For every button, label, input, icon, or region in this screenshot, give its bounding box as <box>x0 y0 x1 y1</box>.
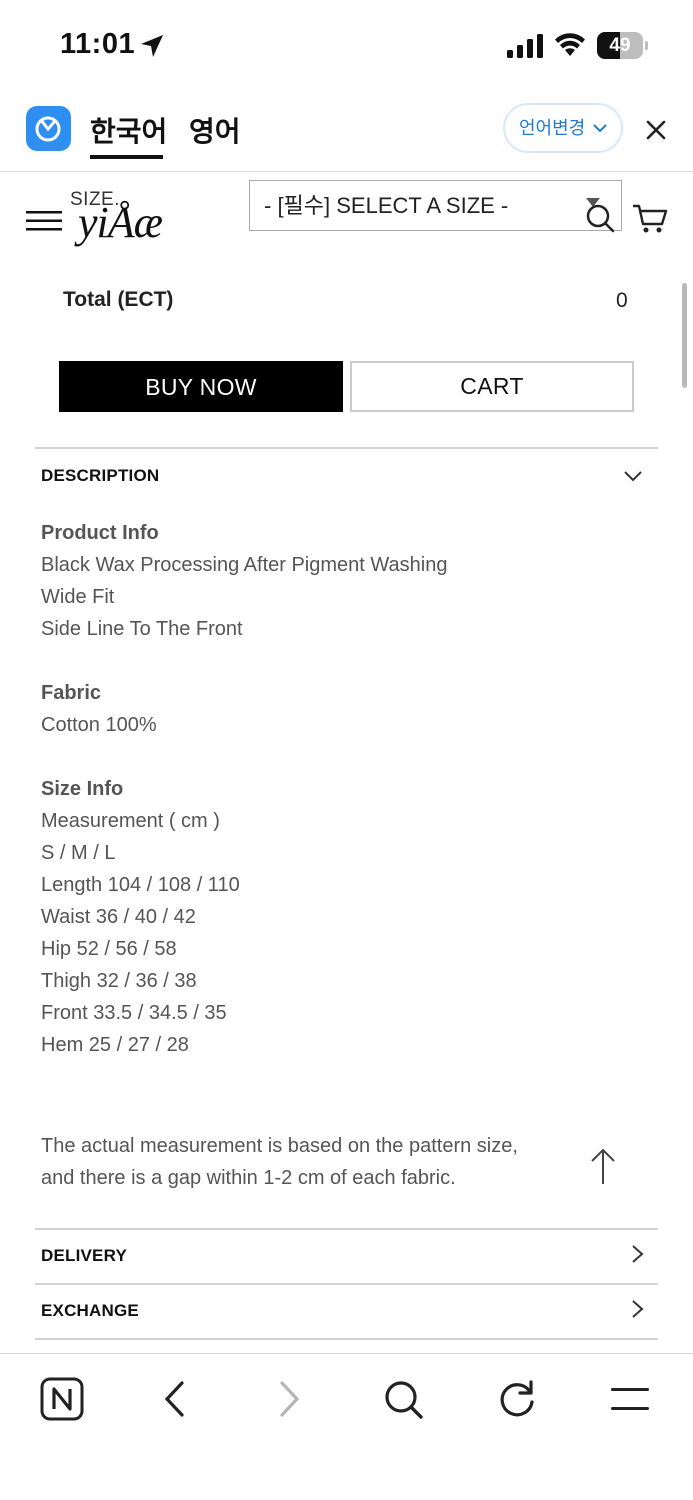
chevron-right-icon[interactable] <box>629 1300 647 1318</box>
scroll-to-top-arrow-icon[interactable] <box>590 1148 616 1186</box>
divider <box>35 1283 658 1285</box>
language-change-label: 언어변경 <box>519 118 586 138</box>
description-line: Hip 52 / 56 / 58 <box>41 938 177 960</box>
size-select[interactable]: - [필수] SELECT A SIZE - <box>249 180 622 231</box>
tab-english[interactable]: 영어 <box>189 110 241 150</box>
description-heading: Product Info <box>41 522 159 544</box>
cart-icon[interactable] <box>632 203 668 235</box>
site-logo[interactable]: SIZE. yiÅæ <box>70 187 190 247</box>
description-line: Front 33.5 / 34.5 / 35 <box>41 1002 227 1024</box>
back-icon[interactable] <box>152 1376 198 1422</box>
buy-now-button[interactable]: BUY NOW <box>59 361 343 412</box>
refresh-icon[interactable] <box>494 1376 540 1422</box>
forward-icon[interactable] <box>266 1376 312 1422</box>
chevron-down-icon <box>593 124 607 133</box>
tab-korean[interactable]: 한국어 <box>90 110 167 150</box>
exchange-header[interactable]: EXCHANGE <box>41 1301 139 1321</box>
translation-bar: 한국어 영어 언어변경 <box>0 92 693 172</box>
total-value: 0 <box>616 289 628 312</box>
note-line-1: The actual measurement is based on the p… <box>41 1135 518 1157</box>
browser-toolbar <box>0 1353 693 1500</box>
cellular-signal-icon <box>507 34 543 58</box>
cart-button[interactable]: CART <box>350 361 634 412</box>
search-icon[interactable] <box>380 1376 426 1422</box>
note-line-2: and there is a gap within 1-2 cm of each… <box>41 1167 456 1189</box>
description-line: Hem 25 / 27 / 28 <box>41 1034 189 1056</box>
chevron-down-icon[interactable] <box>624 467 642 485</box>
description-line: Black Wax Processing After Pigment Washi… <box>41 554 448 576</box>
location-arrow-icon <box>141 35 163 57</box>
divider <box>35 1228 658 1230</box>
description-line: Waist 36 / 40 / 42 <box>41 906 196 928</box>
menu-icon[interactable] <box>607 1376 653 1422</box>
description-heading: Fabric <box>41 682 102 704</box>
description-line: Thigh 32 / 36 / 38 <box>41 970 197 992</box>
status-bar: 11:01 49 <box>0 0 693 92</box>
page-scrollbar[interactable] <box>682 283 687 388</box>
delivery-header[interactable]: DELIVERY <box>41 1246 127 1266</box>
hamburger-menu-icon[interactable] <box>26 209 62 233</box>
battery-level: 49 <box>609 35 631 56</box>
logo-brand-text: yiÅæ <box>78 198 163 247</box>
battery-icon: 49 <box>597 32 648 59</box>
description-line: Length 104 / 108 / 110 <box>41 874 240 896</box>
status-time: 11:01 <box>60 28 136 60</box>
total-label: Total (ECT) <box>63 288 174 311</box>
wifi-icon <box>555 33 585 56</box>
site-header: SIZE. yiÅæ - [필수] SELECT A SIZE - <box>0 173 693 263</box>
chevron-right-icon[interactable] <box>629 1245 647 1263</box>
measurement-note: The actual measurement is based on the p… <box>41 1130 581 1194</box>
search-icon[interactable] <box>585 203 615 233</box>
description-line: Measurement ( cm ) <box>41 810 220 832</box>
description-heading: Size Info <box>41 778 124 800</box>
close-icon[interactable] <box>644 118 668 142</box>
papago-icon[interactable] <box>26 106 71 151</box>
description-line: Side Line To The Front <box>41 618 243 640</box>
description-line: S / M / L <box>41 842 116 864</box>
active-tab-indicator <box>90 155 163 159</box>
naver-home-icon[interactable] <box>39 1376 85 1422</box>
divider <box>35 1338 658 1340</box>
description-line: Cotton 100% <box>41 714 157 736</box>
divider <box>35 447 658 449</box>
language-change-button[interactable]: 언어변경 <box>503 103 623 153</box>
description-header[interactable]: DESCRIPTION <box>41 466 159 486</box>
description-line: Wide Fit <box>41 586 115 608</box>
